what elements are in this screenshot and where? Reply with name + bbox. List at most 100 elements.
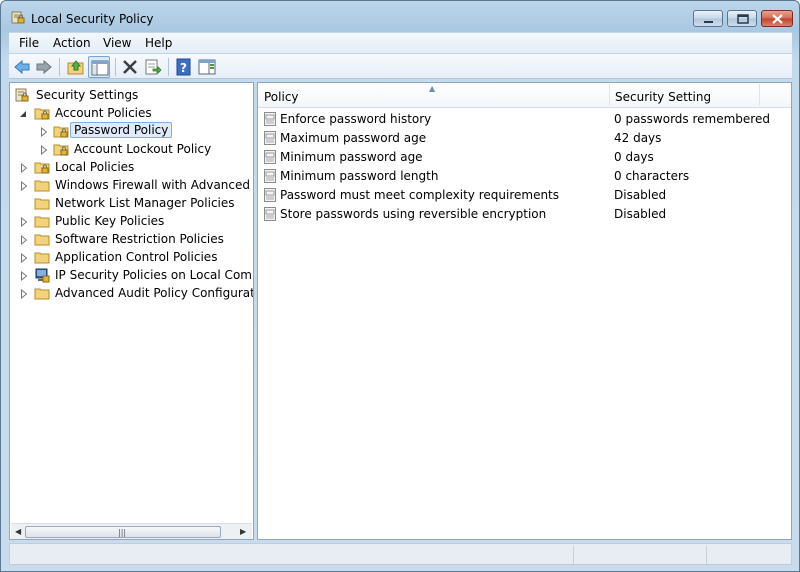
locked-folder-icon — [53, 123, 69, 139]
list-row[interactable]: Minimum password length 0 characters — [258, 167, 791, 186]
menu-action[interactable]: Action — [53, 36, 91, 50]
ip-security-icon — [34, 267, 50, 283]
list-row[interactable]: Minimum password age 0 days — [258, 148, 791, 167]
expand-arrow-icon[interactable] — [20, 270, 28, 282]
console-tree[interactable]: Security Settings Account Policies Passw… — [9, 82, 254, 540]
policy-setting: Disabled — [614, 207, 667, 221]
tree-item-label: Security Settings — [36, 88, 139, 102]
tree-item-software-restriction[interactable]: Software Restriction Policies — [14, 230, 253, 248]
expand-arrow-icon[interactable] — [40, 126, 48, 138]
show-action-pane-icon — [198, 59, 216, 75]
minimize-button[interactable] — [693, 10, 723, 27]
list-row[interactable]: Maximum password age 42 days — [258, 129, 791, 148]
column-header-policy[interactable]: Policy — [264, 90, 299, 104]
up-folder-icon — [67, 60, 84, 75]
policy-setting-icon — [264, 150, 276, 167]
folder-icon — [34, 285, 50, 301]
expand-arrow-icon[interactable] — [20, 252, 28, 264]
tree-item-account-lockout-policy[interactable]: Account Lockout Policy — [14, 140, 253, 158]
tree-item-label: Password Policy — [70, 122, 173, 138]
list-row[interactable]: Enforce password history 0 passwords rem… — [258, 110, 791, 129]
policy-setting-icon — [264, 169, 276, 186]
up-one-level-button[interactable] — [65, 56, 87, 78]
tree-item-label: Advanced Audit Policy Configuration — [55, 286, 254, 300]
column-divider[interactable] — [609, 84, 610, 106]
security-policy-icon — [11, 10, 25, 24]
expand-arrow-icon[interactable] — [20, 162, 28, 174]
export-list-icon — [145, 59, 162, 75]
column-divider[interactable] — [759, 84, 760, 106]
show-hide-tree-icon — [91, 60, 109, 76]
folder-icon — [34, 213, 50, 229]
menu-help[interactable]: Help — [145, 36, 172, 50]
folder-icon — [34, 177, 50, 193]
tree-item-application-control[interactable]: Application Control Policies — [14, 248, 253, 266]
locked-folder-icon — [53, 141, 69, 157]
status-divider — [706, 546, 707, 564]
policy-name: Password must meet complexity requiremen… — [280, 188, 560, 202]
list-header: ▲ Policy Security Setting — [258, 83, 791, 108]
policy-setting-icon — [264, 131, 276, 148]
menu-view[interactable]: View — [103, 36, 131, 50]
list-row[interactable]: Store passwords using reversible encrypt… — [258, 205, 791, 224]
scroll-right-arrow-icon[interactable]: ▶ — [240, 527, 246, 536]
maximize-button[interactable] — [727, 10, 757, 27]
tree-item-local-policies[interactable]: Local Policies — [14, 158, 253, 176]
tree-item-label: IP Security Policies on Local Compute — [55, 268, 253, 282]
tree-item-ip-security-policies[interactable]: IP Security Policies on Local Compute — [14, 266, 253, 284]
expand-arrow-icon[interactable] — [20, 216, 28, 228]
close-button[interactable] — [761, 10, 793, 27]
locked-folder-icon — [34, 105, 50, 121]
svg-text:?: ? — [180, 61, 187, 75]
policy-setting-icon — [264, 207, 276, 224]
tree-item-label: Public Key Policies — [55, 214, 165, 228]
folder-icon — [34, 195, 50, 211]
show-hide-action-pane-button[interactable] — [196, 56, 218, 78]
window-title: Local Security Policy — [31, 12, 154, 26]
policy-name: Enforce password history — [280, 112, 432, 126]
tree-item-public-key-policies[interactable]: Public Key Policies — [14, 212, 253, 230]
policy-setting-icon — [264, 112, 276, 129]
expand-arrow-icon[interactable] — [20, 180, 28, 192]
back-button[interactable] — [11, 56, 33, 78]
scrollbar-thumb[interactable]: ||| — [25, 526, 221, 538]
locked-folder-icon — [34, 159, 50, 175]
show-hide-console-tree-button[interactable] — [88, 56, 110, 78]
tree-item-network-list-manager[interactable]: Network List Manager Policies — [14, 194, 253, 212]
back-arrow-icon — [14, 59, 30, 75]
policy-name: Minimum password length — [280, 169, 439, 183]
tree-horizontal-scrollbar[interactable]: ◀ ||| ▶ — [11, 523, 252, 539]
expand-arrow-icon[interactable] — [20, 288, 28, 300]
policy-setting: 0 days — [614, 150, 654, 164]
policy-setting-icon — [264, 188, 276, 205]
policy-setting: 42 days — [614, 131, 662, 145]
title-bar[interactable]: Local Security Policy — [1, 1, 799, 31]
expand-arrow-icon[interactable] — [20, 234, 28, 246]
expand-arrow-icon[interactable] — [40, 144, 48, 156]
help-button[interactable]: ? — [173, 56, 195, 78]
menu-bar: File Action View Help — [9, 32, 792, 53]
app-window: Local Security Policy File Action View H… — [0, 0, 800, 572]
tree-item-password-policy[interactable]: Password Policy — [14, 122, 253, 140]
collapse-arrow-icon[interactable] — [19, 108, 27, 118]
scroll-left-arrow-icon[interactable]: ◀ — [15, 527, 21, 536]
tree-item-label: Account Policies — [55, 106, 152, 120]
tree-item-label: Account Lockout Policy — [74, 142, 212, 156]
forward-button[interactable] — [33, 56, 55, 78]
status-divider — [573, 546, 574, 564]
details-pane[interactable]: ▲ Policy Security Setting Enforce passwo… — [257, 82, 792, 540]
tree-item-label: Network List Manager Policies — [55, 196, 235, 210]
tree-item-windows-firewall[interactable]: Windows Firewall with Advanced Secu — [14, 176, 253, 194]
tree-item-account-policies[interactable]: Account Policies — [14, 104, 253, 122]
forward-arrow-icon — [36, 59, 52, 75]
help-icon: ? — [176, 58, 191, 76]
list-row[interactable]: Password must meet complexity requiremen… — [258, 186, 791, 205]
delete-button[interactable] — [119, 56, 141, 78]
column-header-security-setting[interactable]: Security Setting — [615, 90, 711, 104]
sort-ascending-icon: ▲ — [429, 84, 436, 93]
menu-file[interactable]: File — [19, 36, 39, 50]
tree-item-advanced-audit[interactable]: Advanced Audit Policy Configuration — [14, 284, 254, 302]
tree-item-security-settings[interactable]: Security Settings — [14, 86, 253, 104]
export-list-button[interactable] — [142, 56, 164, 78]
tree-item-label: Application Control Policies — [55, 250, 218, 264]
